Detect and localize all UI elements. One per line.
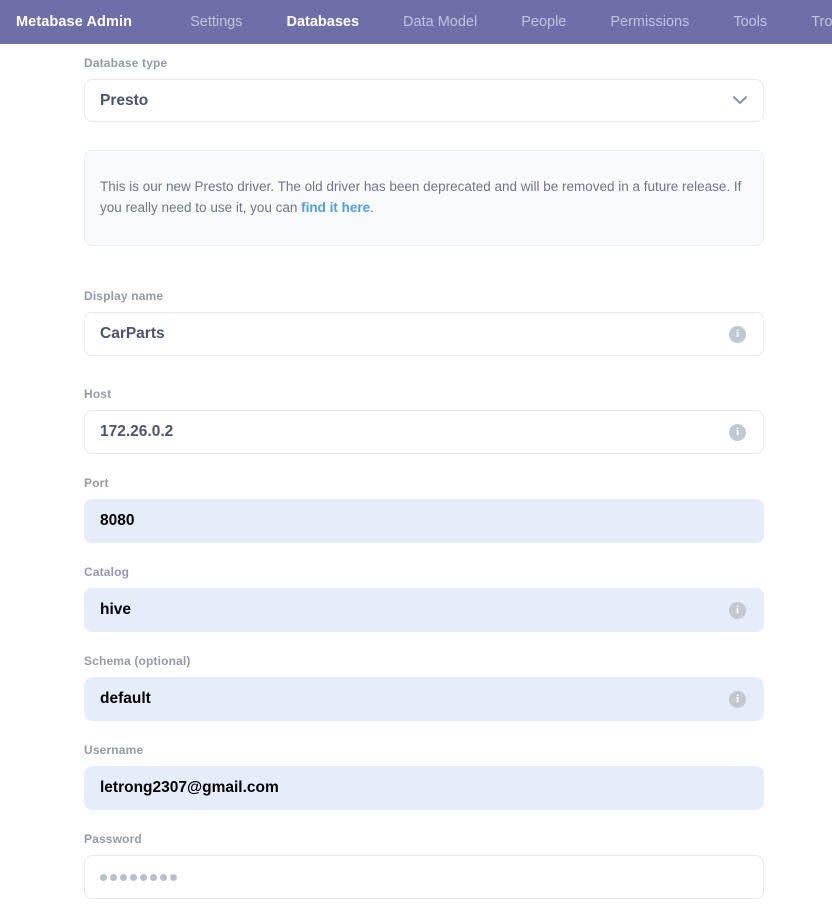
nav-item-tools[interactable]: Tools [733,14,767,30]
database-form-wrapper: Database type Presto This is our new Pre… [0,44,832,899]
display-name-label: Display name [84,289,164,303]
catalog-value: hive [100,601,132,618]
schema-label: Schema (optional) [84,654,191,668]
field-schema: Schema (optional) default i [84,654,764,721]
driver-notice-text-after: . [370,200,374,215]
chevron-down-icon [733,96,747,105]
display-name-value: CarParts [100,325,165,342]
field-password: Password [84,832,764,899]
host-value: 172.26.0.2 [100,423,174,440]
password-masked-value [85,873,177,881]
nav-item-data-model[interactable]: Data Model [403,14,477,30]
nav-item-people[interactable]: People [521,14,566,30]
password-label: Password [84,832,142,846]
brand-title: Metabase Admin [16,14,133,30]
info-icon[interactable]: i [729,690,746,708]
info-icon[interactable]: i [729,325,746,343]
database-type-value: Presto [100,91,149,109]
catalog-input[interactable]: hive i [84,588,764,632]
host-label: Host [84,387,112,401]
port-value: 8080 [100,512,135,529]
nav-item-databases[interactable]: Databases [287,14,360,30]
field-catalog: Catalog hive i [84,565,764,632]
username-input[interactable]: letrong2307@gmail.com [84,766,764,810]
nav-items: Settings Databases Data Model People Per… [190,14,832,30]
field-username: Username letrong2307@gmail.com [84,743,764,810]
field-host: Host 172.26.0.2 i [84,387,764,454]
nav-item-permissions[interactable]: Permissions [610,14,689,30]
driver-deprecation-notice: This is our new Presto driver. The old d… [84,150,764,246]
username-value: letrong2307@gmail.com [100,779,279,796]
driver-notice-text-before: This is our new Presto driver. The old d… [100,179,742,215]
schema-value: default [100,690,151,707]
display-name-input[interactable]: CarParts i [84,312,764,356]
schema-input[interactable]: default i [84,677,764,721]
field-port: Port 8080 [84,476,764,543]
driver-notice-text: This is our new Presto driver. The old d… [100,177,748,219]
field-database-type: Database type Presto [84,56,764,122]
nav-item-settings[interactable]: Settings [190,14,242,30]
password-input[interactable] [84,855,764,899]
host-input[interactable]: 172.26.0.2 i [84,410,764,454]
info-icon[interactable]: i [729,601,746,619]
username-label: Username [84,743,144,757]
port-label: Port [84,476,109,490]
info-icon[interactable]: i [729,423,746,441]
database-type-select[interactable]: Presto [84,79,764,122]
catalog-label: Catalog [84,565,130,579]
admin-navbar: Metabase Admin Settings Databases Data M… [0,0,832,44]
database-connection-form: Database type Presto This is our new Pre… [84,44,764,899]
field-display-name: Display name CarParts i [84,289,764,356]
database-type-label: Database type [84,56,168,70]
port-input[interactable]: 8080 [84,499,764,543]
find-it-here-link[interactable]: find it here [301,200,370,215]
nav-item-troubleshooting[interactable]: Troubleshooting [811,14,832,30]
